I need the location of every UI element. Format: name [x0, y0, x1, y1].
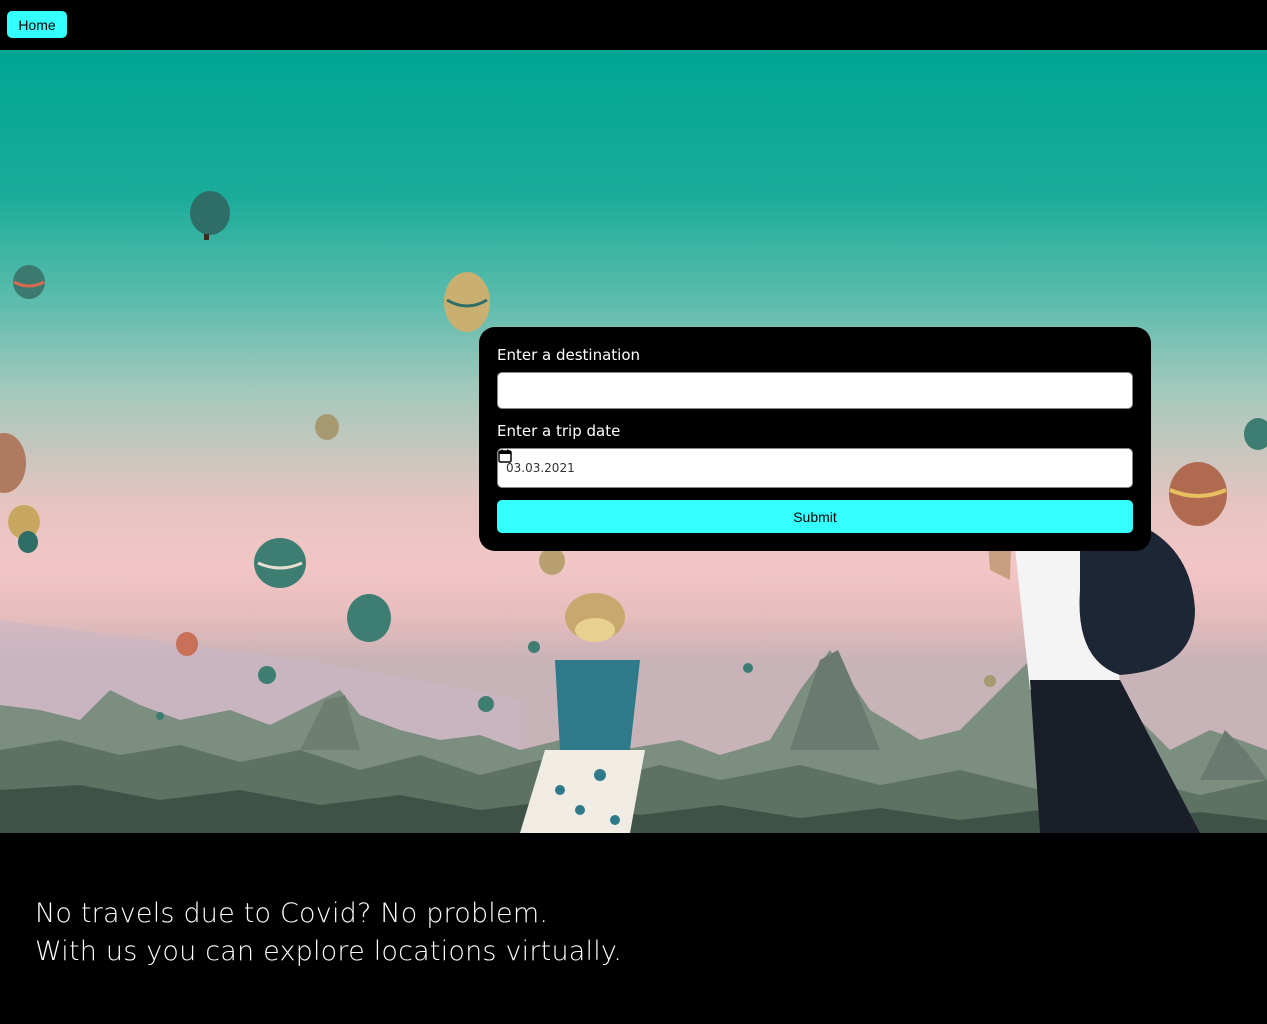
destination-input[interactable]: [497, 372, 1133, 409]
tagline: No travels due to Covid? No problem. Wit…: [35, 895, 622, 971]
trip-date-input[interactable]: 03.03.2021: [497, 448, 1133, 488]
calendar-icon[interactable]: [498, 449, 512, 463]
trip-date-label: Enter a trip date: [497, 422, 621, 440]
balloon: [190, 191, 230, 240]
woman-figure: [520, 593, 645, 833]
trip-form: Enter a destination Enter a trip date 03…: [479, 327, 1151, 551]
tagline-line-1: No travels due to Covid? No problem.: [35, 898, 549, 929]
submit-button[interactable]: Submit: [497, 500, 1133, 533]
top-navbar: Home: [0, 0, 1267, 50]
destination-label: Enter a destination: [497, 346, 641, 364]
home-button[interactable]: Home: [7, 11, 67, 38]
trip-date-value: 03.03.2021: [506, 461, 575, 475]
hero-image: Enter a destination Enter a trip date 03…: [0, 50, 1267, 833]
tagline-line-2: With us you can explore locations virtua…: [35, 936, 623, 967]
